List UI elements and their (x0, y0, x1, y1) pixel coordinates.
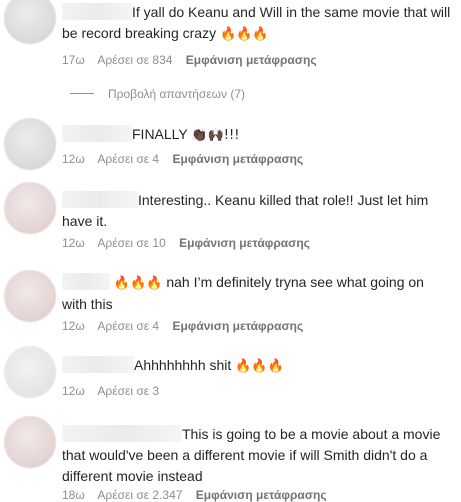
timestamp[interactable]: 12ω (62, 319, 85, 333)
avatar[interactable] (4, 182, 56, 234)
comment-text: Ahhhhhhhh shit 🔥🔥🔥 (62, 355, 452, 377)
comment-text: FINALLY 👏🏿🙌🏿!!! (62, 124, 452, 146)
comment-text: This is going to be a movie about a movi… (62, 425, 441, 484)
comment-meta: 12ω Αρέσει σε 4 Εμφάνιση μετάφρασης (62, 152, 313, 166)
likes-count[interactable]: Αρέσει σε 3 (97, 384, 159, 398)
comment-text: 🔥🔥🔥 nah I’m definitely tryna see what go… (62, 273, 424, 312)
clap-emoji: 👏🏿🙌🏿!!! (191, 128, 240, 143)
username-blurred[interactable] (62, 191, 138, 208)
show-translation-button[interactable]: Εμφάνιση μετάφρασης (186, 53, 317, 67)
avatar[interactable] (4, 416, 56, 468)
username-blurred[interactable] (62, 3, 132, 20)
comment-meta: 12ω Αρέσει σε 10 Εμφάνιση μετάφρασης (62, 236, 320, 250)
avatar[interactable] (4, 346, 56, 398)
show-translation-button[interactable]: Εμφάνιση μετάφρασης (172, 319, 303, 333)
fire-emoji: 🔥🔥🔥 (235, 359, 284, 374)
username-blurred[interactable] (62, 356, 134, 373)
username-blurred[interactable] (62, 425, 182, 442)
likes-count[interactable]: Αρέσει σε 4 (97, 152, 159, 166)
avatar[interactable] (4, 270, 56, 322)
show-translation-button[interactable]: Εμφάνιση μετάφρασης (172, 152, 303, 166)
comment-text: If yall do Keanu and Will in the same mo… (62, 3, 451, 42)
username-blurred[interactable] (62, 125, 132, 142)
likes-count[interactable]: Αρέσει σε 4 (97, 319, 159, 333)
view-replies-label: Προβολή απαντήσεων (7) (108, 87, 246, 101)
timestamp[interactable]: 17ω (62, 53, 85, 67)
comment-meta: 12ω Αρέσει σε 3 (62, 384, 169, 398)
view-replies-button[interactable]: Προβολή απαντήσεων (7) (70, 87, 245, 101)
timestamp[interactable]: 12ω (62, 236, 85, 250)
username-blurred[interactable] (62, 273, 110, 290)
timestamp[interactable]: 12ω (62, 384, 85, 398)
timestamp[interactable]: 12ω (62, 152, 85, 166)
likes-count[interactable]: Αρέσει σε 10 (97, 236, 165, 250)
comment-meta: 17ω Αρέσει σε 834 Εμφάνιση μετάφρασης (62, 53, 327, 67)
comment-meta: 12ω Αρέσει σε 4 Εμφάνιση μετάφρασης (62, 319, 313, 333)
avatar[interactable] (4, 0, 56, 44)
replies-divider (70, 93, 94, 94)
comment-text: Interesting.. Keanu killed that role!! J… (62, 191, 429, 229)
fire-emoji: 🔥🔥🔥 (113, 276, 163, 291)
avatar[interactable] (4, 118, 56, 170)
fire-emoji: 🔥🔥🔥 (219, 27, 269, 42)
likes-count[interactable]: Αρέσει σε 834 (97, 53, 172, 67)
show-translation-button[interactable]: Εμφάνιση μετάφρασης (179, 236, 310, 250)
